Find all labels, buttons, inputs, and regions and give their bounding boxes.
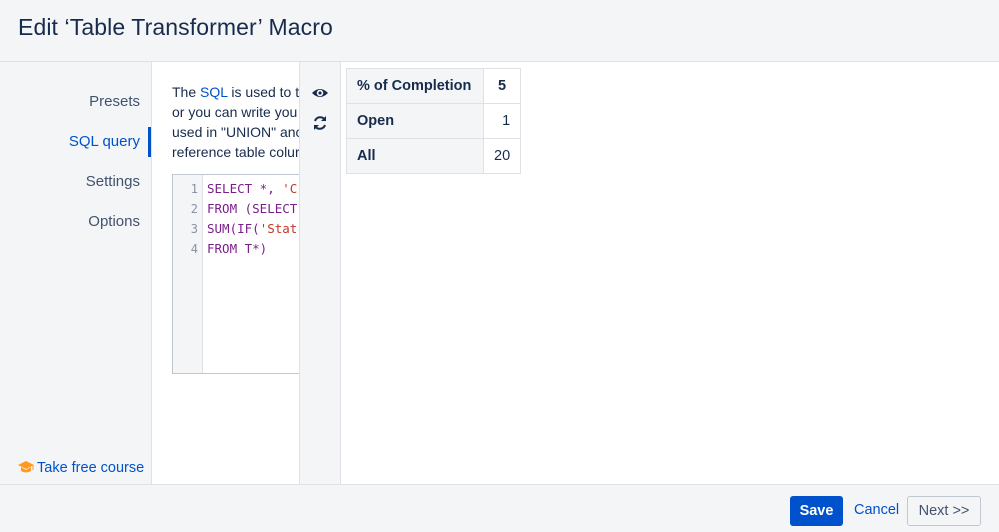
line-number: 1: [190, 182, 198, 196]
row-header: All: [346, 138, 484, 174]
line-number: 4: [190, 242, 198, 256]
preview-pane: % of Completion 5 Open 1 All 20: [342, 62, 999, 484]
desc-text: or you can write you: [172, 104, 298, 120]
dialog-title: Edit ‘Table Transformer’ Macro: [18, 14, 333, 40]
row-value: 5: [482, 68, 522, 104]
graduation-cap-icon: [18, 460, 34, 476]
cancel-button[interactable]: Cancel: [854, 502, 899, 518]
next-button[interactable]: Next >>: [907, 496, 981, 526]
code-line: FROM (SELECT: [207, 201, 298, 216]
desc-text: used in "UNION" anc: [172, 124, 299, 140]
take-free-course-link[interactable]: Take free course: [18, 460, 144, 476]
course-link-label: Take free course: [37, 460, 145, 476]
sidebar-item-options[interactable]: Options: [0, 207, 151, 237]
desc-text: is used to t: [227, 84, 299, 100]
desc-text: The: [172, 84, 201, 100]
table-row: Open 1: [346, 103, 522, 139]
sidebar: Presets SQL query Settings Options Take …: [0, 62, 152, 484]
eye-icon[interactable]: [311, 84, 329, 102]
row-value: 20: [482, 138, 522, 174]
dialog-header: Edit ‘Table Transformer’ Macro: [0, 0, 999, 62]
desc-text: reference table colur: [172, 144, 299, 160]
result-table: % of Completion 5 Open 1 All 20: [346, 68, 522, 174]
sidebar-item-presets[interactable]: Presets: [0, 87, 151, 117]
code-line: FROM T*): [207, 241, 268, 256]
refresh-icon[interactable]: [311, 114, 329, 132]
sidebar-item-settings[interactable]: Settings: [0, 167, 151, 197]
sql-code-editor[interactable]: 1 2 3 4 SELECT *, 'C FROM (SELECT SUM(IF…: [172, 174, 299, 374]
sidebar-item-sql-query[interactable]: SQL query: [0, 127, 151, 157]
code-line: SUM(IF('Stat: [207, 221, 298, 236]
row-value: 1: [482, 103, 522, 139]
dialog-footer: Save Cancel Next >>: [0, 484, 999, 532]
sql-description: The SQL is used to t or you can write yo…: [172, 82, 299, 162]
preview-toolbar: [299, 62, 341, 484]
row-header: % of Completion: [346, 68, 484, 104]
save-button[interactable]: Save: [790, 496, 843, 526]
line-number: 2: [190, 202, 198, 216]
row-header: Open: [346, 103, 484, 139]
sql-editor-pane: The SQL is used to t or you can write yo…: [152, 62, 299, 484]
line-number-gutter: 1 2 3 4: [173, 175, 203, 373]
code-line: SELECT *, 'C: [207, 181, 298, 196]
line-number: 3: [190, 222, 198, 236]
table-row: All 20: [346, 138, 522, 174]
sql-link[interactable]: SQL: [200, 84, 228, 100]
table-row: % of Completion 5: [346, 68, 522, 104]
